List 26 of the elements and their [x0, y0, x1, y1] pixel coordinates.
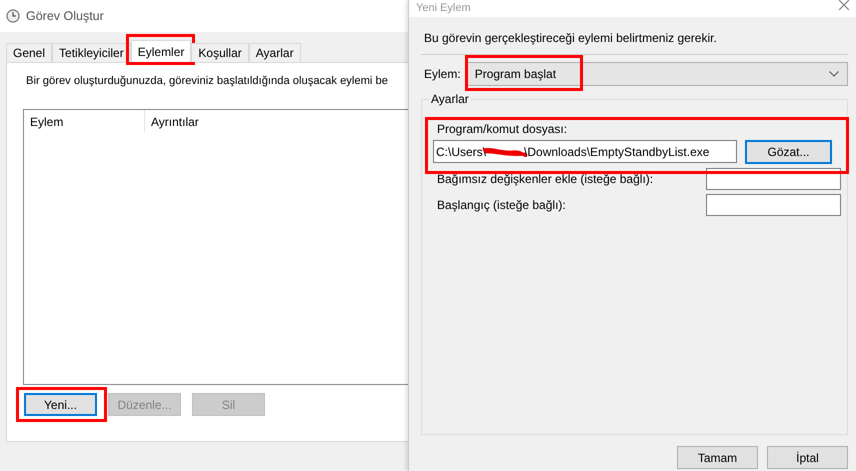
dialog-button[interactable]: İptal	[767, 446, 848, 469]
clock-icon	[6, 9, 20, 23]
action-dropdown[interactable]: Program başlat	[466, 62, 848, 86]
field-label: Eylem:	[424, 67, 461, 81]
window-title: Görev Oluştur	[26, 9, 104, 23]
tab[interactable]: Koşullar	[191, 43, 249, 62]
input-field[interactable]	[706, 194, 841, 216]
dialog-button[interactable]: Tamam	[677, 446, 758, 469]
tab[interactable]: Genel	[6, 43, 52, 62]
description-text: Bir görev oluşturduğunuzda, göreviniz başlatıldığında oluşacak eylemi be	[26, 75, 389, 87]
tab[interactable]: Ayarlar	[248, 43, 301, 62]
field-label: Program/komut dosyası:	[437, 122, 568, 136]
column-header[interactable]: Ayrıntılar	[145, 110, 199, 132]
close-icon[interactable]	[839, 0, 849, 10]
chevron-down-icon	[829, 71, 839, 77]
tab[interactable]: Tetikleyiciler	[52, 43, 131, 62]
field-label: Başlangıç (isteğe bağlı):	[437, 198, 566, 212]
instruction-text: Bu görevin gerçekleştireceği eylemi belirtmeniz gerekir.	[424, 31, 718, 45]
browse-button[interactable]: Gözat...	[745, 140, 832, 164]
dialog-title: Yeni Eylem	[416, 1, 471, 15]
field-label: Bağımsız değişkenler ekle (isteğe bağlı):	[437, 172, 654, 186]
group-title: Ayarlar	[429, 92, 471, 106]
tab[interactable]: Eylemler	[130, 40, 192, 62]
action-button[interactable]: Yeni...	[24, 393, 97, 416]
program-path-field[interactable]: C:\Users\ \Downloads\EmptyStandbyList.exe	[433, 140, 737, 163]
column-header[interactable]: Eylem	[24, 110, 145, 132]
